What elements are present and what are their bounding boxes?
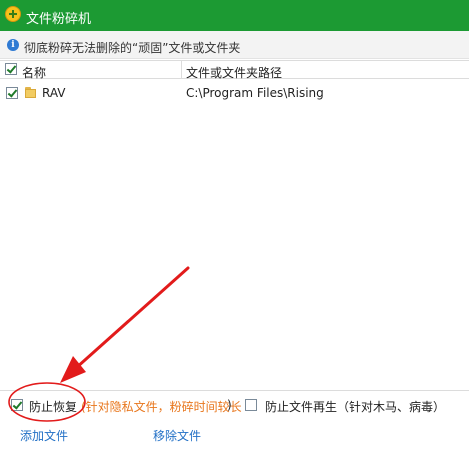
- prevent-recovery-checkbox[interactable]: [11, 399, 23, 411]
- list-item[interactable]: RAV C:\Program Files\Rising: [0, 84, 469, 102]
- info-bar: i 彻底粉碎无法删除的“顽固”文件或文件夹: [0, 31, 469, 59]
- column-header-path[interactable]: 文件或文件夹路径: [183, 61, 469, 80]
- options-panel: 防止恢复 (针对隐私文件，粉碎时间较长 ) 防止文件再生（针对木马、病毒） 添加…: [0, 390, 469, 449]
- file-list[interactable]: [0, 80, 469, 390]
- title-bar: 文件粉碎机: [0, 0, 469, 31]
- add-file-link[interactable]: 添加文件: [20, 427, 68, 444]
- column-header-name[interactable]: 名称: [0, 61, 182, 80]
- prevent-recovery-note: (针对隐私文件，粉碎时间较长: [81, 400, 242, 414]
- row-name: RAV: [42, 86, 66, 100]
- prevent-recovery-label[interactable]: 防止恢复: [29, 398, 77, 415]
- prevent-regeneration-label[interactable]: 防止文件再生（针对木马、病毒）: [265, 398, 445, 415]
- window-title: 文件粉碎机: [26, 12, 92, 27]
- select-all-checkbox[interactable]: [5, 63, 17, 75]
- list-header: 名称 文件或文件夹路径: [0, 60, 469, 80]
- row-path: C:\Program Files\Rising: [186, 86, 324, 100]
- folder-icon: [25, 87, 38, 98]
- shredder-app-icon: [5, 6, 21, 22]
- info-text: 彻底粉碎无法删除的“顽固”文件或文件夹: [24, 41, 241, 55]
- prevent-regeneration-checkbox[interactable]: [245, 399, 257, 411]
- prevent-recovery-note-close: ): [227, 398, 232, 412]
- column-path-label: 文件或文件夹路径: [186, 66, 283, 80]
- row-checkbox[interactable]: [6, 87, 18, 99]
- info-icon: i: [7, 39, 19, 51]
- remove-file-link[interactable]: 移除文件: [153, 427, 201, 444]
- column-name-label: 名称: [22, 66, 47, 80]
